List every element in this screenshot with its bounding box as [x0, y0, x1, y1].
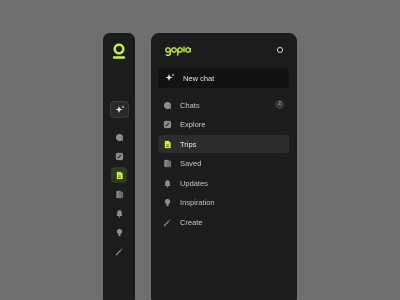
count-badge: 2 — [275, 100, 284, 109]
sidebar-item-label: Create — [180, 218, 203, 228]
collapse-toggle-icon[interactable] — [277, 47, 283, 53]
rail-create-button[interactable] — [111, 243, 127, 259]
trips-icon — [163, 140, 172, 149]
logo-icon[interactable] — [112, 43, 126, 59]
compass-icon — [163, 120, 172, 129]
sidebar-menu: Chats 2 Explore Trips Saved Updates Insp… — [158, 96, 289, 233]
new-chat-label: New chat — [183, 73, 215, 83]
rail-explore-button[interactable] — [111, 148, 127, 164]
chat-icon — [115, 133, 124, 142]
rail-chats-button[interactable] — [111, 129, 127, 145]
sidebar-item-chats[interactable]: Chats 2 — [158, 96, 289, 114]
sidebar-item-updates[interactable]: Updates — [158, 174, 289, 192]
sidebar-item-label: Chats — [180, 100, 200, 110]
magic-wand-icon — [115, 247, 124, 256]
bulb-icon — [163, 198, 172, 207]
rail-saved-button[interactable] — [111, 186, 127, 202]
sparkle-icon — [115, 105, 125, 115]
collapsed-sidebar — [103, 33, 135, 300]
sparkle-icon — [165, 73, 175, 83]
saved-icon — [115, 190, 124, 199]
sidebar-item-trips[interactable]: Trips — [158, 135, 289, 154]
brand-logo[interactable] — [165, 46, 191, 56]
sidebar-item-create[interactable]: Create — [158, 214, 289, 232]
trips-icon — [115, 171, 124, 180]
magic-wand-icon — [163, 218, 172, 227]
bell-icon — [115, 209, 124, 218]
sidebar-item-label: Updates — [180, 178, 208, 188]
rail-trips-button[interactable] — [111, 167, 127, 183]
sidebar-item-explore[interactable]: Explore — [158, 116, 289, 134]
sidebar-item-label: Explore — [180, 120, 206, 130]
expanded-sidebar: New chat Chats 2 Explore Trips Saved Upd… — [151, 33, 297, 300]
sidebar-item-saved[interactable]: Saved — [158, 155, 289, 173]
new-chat-button[interactable] — [110, 101, 129, 118]
bell-icon — [163, 179, 172, 188]
chat-icon — [163, 101, 172, 110]
sidebar-item-label: Saved — [180, 159, 202, 169]
sidebar-item-inspiration[interactable]: Inspiration — [158, 194, 289, 212]
rail-inspiration-button[interactable] — [111, 224, 127, 240]
sidebar-item-label: Inspiration — [180, 198, 215, 208]
sidebar-item-label: Trips — [180, 139, 197, 149]
bulb-icon — [115, 228, 124, 237]
compass-icon — [115, 152, 124, 161]
saved-icon — [163, 159, 172, 168]
new-chat-button[interactable]: New chat — [158, 68, 289, 88]
rail-updates-button[interactable] — [111, 205, 127, 221]
